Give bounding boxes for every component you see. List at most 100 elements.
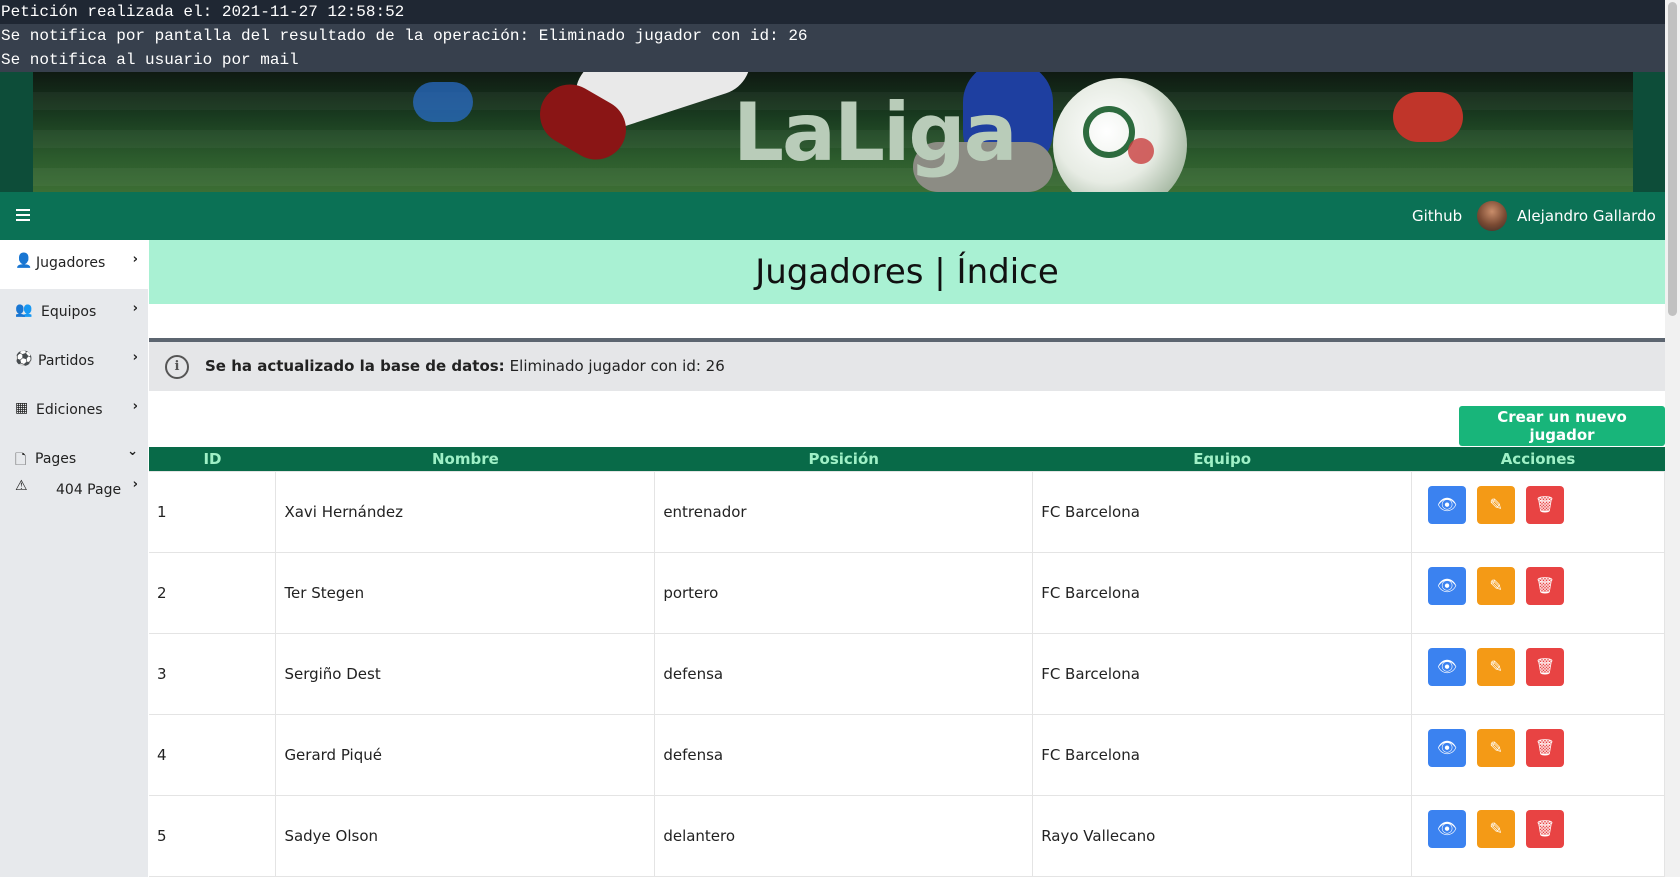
table-body: 1 Xavi Hernández entrenador FC Barcelona 👁 ✎ 🗑… xyxy=(149,471,1665,877)
cell-id: 1 xyxy=(149,471,277,553)
cell-nombre: Ter Stegen xyxy=(275,552,656,634)
banner-image: LaLiga xyxy=(33,72,1633,192)
trash-icon: 🗑 xyxy=(1534,819,1556,838)
column-header: Nombre xyxy=(275,447,655,472)
scrollbar-thumb[interactable] xyxy=(1668,2,1677,316)
sidebar-item-ediciones[interactable]: ▦ Ediciones › xyxy=(0,387,148,436)
edit-button[interactable]: ✎ xyxy=(1477,648,1516,686)
chevron-down-icon: ⌄ xyxy=(127,444,138,459)
table-row: 3 Sergiño Dest defensa FC Barcelona 👁 ✎ 🗑 xyxy=(149,633,1665,715)
edit-icon: ✎ xyxy=(1489,819,1503,838)
cell-equipo: Rayo Vallecano xyxy=(1032,795,1413,877)
warning-icon: ⚠ xyxy=(15,478,28,494)
header-banner: LaLiga xyxy=(0,72,1665,192)
trash-icon: 🗑 xyxy=(1534,576,1556,595)
cell-id: 2 xyxy=(149,552,277,634)
sidebar-item-partidos[interactable]: ⚽ Partidos › xyxy=(0,338,148,387)
edit-icon: ✎ xyxy=(1489,495,1503,514)
cell-equipo: FC Barcelona xyxy=(1032,714,1413,796)
column-header: Posición xyxy=(654,447,1033,472)
chevron-right-icon: › xyxy=(132,399,138,414)
delete-button[interactable]: 🗑 xyxy=(1526,567,1565,605)
chevron-right-icon: › xyxy=(132,350,138,365)
users-icon: 👥 xyxy=(15,302,33,318)
user-menu[interactable]: Alejandro Gallardo xyxy=(1517,207,1656,225)
view-button[interactable]: 👁 xyxy=(1428,648,1467,686)
table-row: 5 Sadye Olson delantero Rayo Vallecano 👁 ✎ 🗑 xyxy=(149,795,1665,877)
edit-icon: ✎ xyxy=(1489,738,1503,757)
debug-output: Petición realizada el: 2021-11-27 12:58:… xyxy=(0,0,1665,72)
cell-posicion: delantero xyxy=(654,795,1034,877)
sidebar-item-404[interactable]: ⚠ 404 Page › xyxy=(0,472,148,506)
delete-button[interactable]: 🗑 xyxy=(1526,486,1565,524)
trash-icon: 🗑 xyxy=(1534,657,1556,676)
trash-icon: 🗑 xyxy=(1534,495,1556,514)
sidebar: 👤 Jugadores › 👥 Equipos › ⚽ Partidos › ▦… xyxy=(0,240,148,877)
file-icon: 🗋 xyxy=(15,452,27,468)
alert-message: Se ha actualizado la base de datos: Elimi… xyxy=(205,357,725,375)
eye-icon: 👁 xyxy=(1436,657,1458,676)
sidebar-item-label: Ediciones xyxy=(36,402,103,418)
cell-posicion: entrenador xyxy=(654,471,1034,553)
eye-icon: 👁 xyxy=(1436,819,1458,838)
sidebar-item-label: Partidos xyxy=(38,353,95,369)
calendar-icon: ▦ xyxy=(15,400,29,416)
view-button[interactable]: 👁 xyxy=(1428,486,1467,524)
column-header: Acciones xyxy=(1411,447,1665,472)
cell-id: 3 xyxy=(149,633,277,715)
cell-id: 5 xyxy=(149,795,277,877)
laliga-logo: LaLiga xyxy=(733,86,1018,179)
alert-title: Se ha actualizado la base de datos: xyxy=(205,357,505,375)
cell-posicion: defensa xyxy=(654,633,1034,715)
info-icon: i xyxy=(165,355,189,379)
create-player-button[interactable]: Crear un nuevo jugador xyxy=(1459,406,1665,446)
edit-icon: ✎ xyxy=(1489,576,1503,595)
edit-icon: ✎ xyxy=(1489,657,1503,676)
delete-button[interactable]: 🗑 xyxy=(1526,810,1565,848)
cell-nombre: Sadye Olson xyxy=(275,795,656,877)
page-title: Jugadores | Índice xyxy=(755,252,1059,292)
edit-button[interactable]: ✎ xyxy=(1477,729,1516,767)
avatar[interactable] xyxy=(1477,201,1507,231)
alert-text: Eliminado jugador con id: 26 xyxy=(509,357,725,375)
edit-button[interactable]: ✎ xyxy=(1477,486,1516,524)
edit-button[interactable]: ✎ xyxy=(1477,810,1516,848)
eye-icon: 👁 xyxy=(1436,738,1458,757)
hamburger-icon[interactable] xyxy=(16,209,30,224)
cell-actions: 👁 ✎ 🗑 xyxy=(1411,714,1665,796)
sidebar-item-pages[interactable]: 🗋 Pages ⌄ xyxy=(0,436,148,472)
chevron-right-icon: › xyxy=(132,477,138,492)
cell-posicion: defensa xyxy=(654,714,1034,796)
cell-actions: 👁 ✎ 🗑 xyxy=(1411,552,1665,634)
trash-icon: 🗑 xyxy=(1534,738,1556,757)
github-link[interactable]: Github xyxy=(1412,207,1462,225)
delete-button[interactable]: 🗑 xyxy=(1526,648,1565,686)
page-header: Jugadores | Índice xyxy=(149,240,1665,304)
cell-equipo: FC Barcelona xyxy=(1032,471,1413,553)
column-header: ID xyxy=(149,447,276,472)
view-button[interactable]: 👁 xyxy=(1428,567,1467,605)
futbol-icon: ⚽ xyxy=(15,351,33,367)
delete-button[interactable]: 🗑 xyxy=(1526,729,1565,767)
edit-button[interactable]: ✎ xyxy=(1477,567,1516,605)
sidebar-item-label: Jugadores xyxy=(36,255,106,271)
sidebar-item-label: Pages xyxy=(35,451,77,467)
cell-nombre: Gerard Piqué xyxy=(275,714,656,796)
table-header-row: ID Nombre Posición Equipo Acciones xyxy=(149,447,1665,472)
cell-id: 4 xyxy=(149,714,277,796)
view-button[interactable]: 👁 xyxy=(1428,810,1467,848)
cell-actions: 👁 ✎ 🗑 xyxy=(1411,633,1665,715)
debug-line: Se notifica al usuario por mail xyxy=(0,48,1665,72)
sidebar-item-jugadores[interactable]: 👤 Jugadores › xyxy=(0,240,148,289)
eye-icon: 👁 xyxy=(1436,576,1458,595)
table-row: 1 Xavi Hernández entrenador FC Barcelona 👁 ✎ 🗑 xyxy=(149,471,1665,553)
sidebar-item-equipos[interactable]: 👥 Equipos › xyxy=(0,289,148,338)
view-button[interactable]: 👁 xyxy=(1428,729,1467,767)
debug-line: Petición realizada el: 2021-11-27 12:58:… xyxy=(1,3,405,21)
chevron-right-icon: › xyxy=(132,252,138,267)
cell-posicion: portero xyxy=(654,552,1034,634)
players-table: ID Nombre Posición Equipo Acciones 1 Xavi… xyxy=(149,447,1665,877)
page-scrollbar[interactable] xyxy=(1665,0,1680,877)
debug-line: Se notifica por pantalla del resultado d… xyxy=(0,24,1665,48)
chevron-right-icon: › xyxy=(132,301,138,316)
